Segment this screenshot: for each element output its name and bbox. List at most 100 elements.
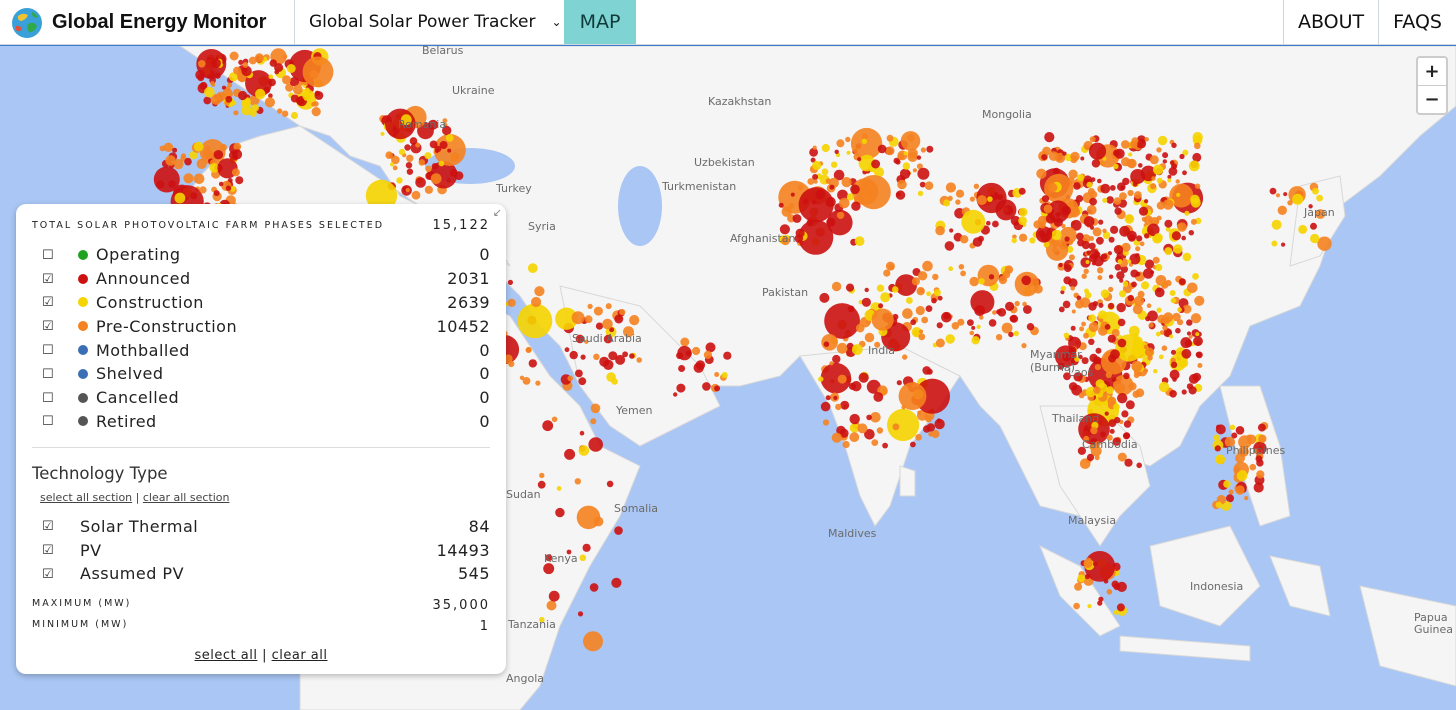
plant-marker[interactable] xyxy=(1195,351,1202,358)
plant-marker[interactable] xyxy=(551,416,558,423)
plant-marker[interactable] xyxy=(1058,306,1065,313)
plant-marker[interactable] xyxy=(539,472,545,479)
plant-marker[interactable] xyxy=(430,173,442,184)
plant-marker[interactable] xyxy=(602,318,613,330)
plant-marker[interactable] xyxy=(1047,182,1058,193)
plant-marker[interactable] xyxy=(1014,300,1020,307)
plant-marker[interactable] xyxy=(1113,197,1122,205)
plant-marker[interactable] xyxy=(1083,268,1089,274)
plant-marker[interactable] xyxy=(1077,574,1086,583)
plant-marker[interactable] xyxy=(677,345,692,361)
plant-marker[interactable] xyxy=(1109,428,1115,434)
plant-marker[interactable] xyxy=(919,329,924,334)
plant-marker[interactable] xyxy=(589,583,599,592)
plant-marker[interactable] xyxy=(404,144,411,151)
plant-marker[interactable] xyxy=(1162,152,1169,159)
plant-marker[interactable] xyxy=(311,107,321,117)
plant-marker[interactable] xyxy=(917,410,922,415)
plant-marker[interactable] xyxy=(1097,178,1102,184)
checkbox-icon[interactable]: ☑ xyxy=(42,272,64,287)
plant-marker[interactable] xyxy=(1058,262,1063,268)
plant-marker[interactable] xyxy=(611,378,618,385)
plant-marker[interactable] xyxy=(575,369,583,378)
plant-marker[interactable] xyxy=(961,209,986,234)
plant-marker[interactable] xyxy=(1283,192,1288,197)
plant-marker[interactable] xyxy=(836,139,845,148)
plant-marker[interactable] xyxy=(1106,589,1113,595)
plant-marker[interactable] xyxy=(821,143,830,153)
plant-marker[interactable] xyxy=(1223,480,1231,488)
plant-marker[interactable] xyxy=(1097,600,1103,606)
plant-marker[interactable] xyxy=(390,162,395,167)
plant-marker[interactable] xyxy=(603,359,614,370)
plant-marker[interactable] xyxy=(876,427,884,434)
select-all-section-link[interactable]: select all section xyxy=(40,491,132,504)
plant-marker[interactable] xyxy=(438,160,445,167)
plant-marker[interactable] xyxy=(1292,193,1304,205)
plant-marker[interactable] xyxy=(380,131,385,136)
plant-marker[interactable] xyxy=(1018,207,1028,217)
plant-marker[interactable] xyxy=(225,185,232,191)
plant-marker[interactable] xyxy=(836,211,845,219)
plant-marker[interactable] xyxy=(1275,193,1281,198)
plant-marker[interactable] xyxy=(891,286,899,293)
plant-marker[interactable] xyxy=(313,101,319,107)
plant-marker[interactable] xyxy=(1246,434,1252,440)
plant-marker[interactable] xyxy=(238,59,244,65)
plant-marker[interactable] xyxy=(1102,228,1107,233)
plant-marker[interactable] xyxy=(845,283,855,292)
plant-marker[interactable] xyxy=(1110,225,1119,234)
plant-marker[interactable] xyxy=(282,75,291,85)
plant-marker[interactable] xyxy=(1156,177,1163,184)
plant-marker[interactable] xyxy=(1115,383,1126,394)
checkbox-icon[interactable]: ☐ xyxy=(42,248,64,263)
plant-marker[interactable] xyxy=(1143,268,1154,279)
plant-marker[interactable] xyxy=(1099,318,1104,323)
plant-marker[interactable] xyxy=(1073,182,1081,190)
plant-marker[interactable] xyxy=(1071,309,1076,314)
plant-marker[interactable] xyxy=(1106,196,1114,204)
plant-marker[interactable] xyxy=(605,303,612,310)
plant-marker[interactable] xyxy=(1187,282,1198,294)
plant-marker[interactable] xyxy=(1087,188,1095,195)
plant-marker[interactable] xyxy=(1164,247,1173,256)
plant-marker[interactable] xyxy=(1192,132,1203,143)
plant-marker[interactable] xyxy=(678,365,686,372)
plant-marker[interactable] xyxy=(1175,179,1180,184)
select-all-link[interactable]: select all xyxy=(194,648,257,663)
plant-marker[interactable] xyxy=(424,185,433,194)
plant-marker[interactable] xyxy=(903,151,908,156)
plant-marker[interactable] xyxy=(231,149,243,160)
plant-marker[interactable] xyxy=(937,295,943,301)
plant-marker[interactable] xyxy=(1130,269,1139,278)
plant-marker[interactable] xyxy=(992,220,999,228)
plant-marker[interactable] xyxy=(1087,604,1092,609)
plant-marker[interactable] xyxy=(945,182,957,193)
plant-marker[interactable] xyxy=(1005,301,1015,311)
plant-marker[interactable] xyxy=(1182,252,1192,262)
plant-marker[interactable] xyxy=(1073,602,1080,610)
plant-marker[interactable] xyxy=(854,236,865,247)
plant-marker[interactable] xyxy=(508,360,515,368)
plant-marker[interactable] xyxy=(527,263,538,273)
plant-marker[interactable] xyxy=(1081,321,1086,327)
plant-marker[interactable] xyxy=(1009,315,1017,323)
plant-marker[interactable] xyxy=(392,165,398,171)
plant-marker[interactable] xyxy=(233,66,242,75)
plant-marker[interactable] xyxy=(548,590,560,602)
plant-marker[interactable] xyxy=(1068,254,1075,261)
plant-marker[interactable] xyxy=(406,168,414,175)
plant-marker[interactable] xyxy=(1080,156,1085,161)
plant-marker[interactable] xyxy=(971,325,976,330)
plant-marker[interactable] xyxy=(1137,290,1145,298)
plant-marker[interactable] xyxy=(507,279,513,285)
plant-marker[interactable] xyxy=(1192,273,1199,280)
plant-marker[interactable] xyxy=(286,64,296,73)
plant-marker[interactable] xyxy=(1089,236,1094,241)
plant-marker[interactable] xyxy=(897,179,907,190)
plant-marker[interactable] xyxy=(582,543,591,552)
plant-marker[interactable] xyxy=(1104,324,1111,330)
plant-marker[interactable] xyxy=(1167,178,1172,183)
plant-marker[interactable] xyxy=(851,201,861,211)
plant-marker[interactable] xyxy=(1126,159,1136,168)
